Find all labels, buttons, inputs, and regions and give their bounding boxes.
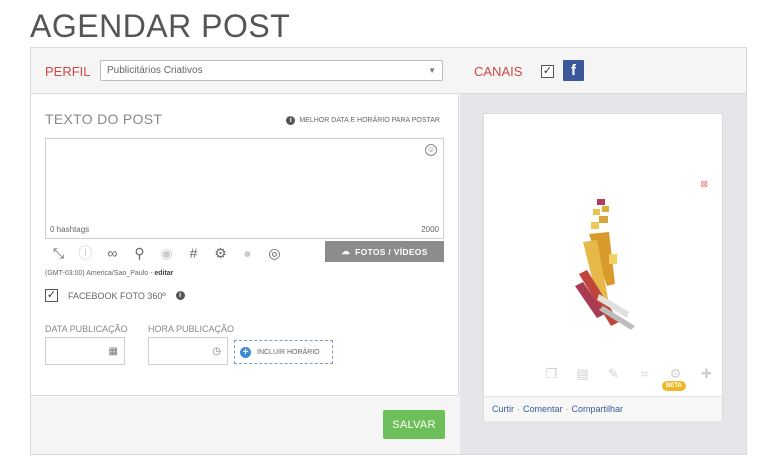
post-toolbar: ⤡ ⓘ ∞ ⚲ ◉ # ⚙ ● ◎ (45, 242, 325, 264)
add-time-button[interactable]: + INCLUIR HORÁRIO (234, 340, 333, 364)
footer-bar: SALVAR (31, 395, 459, 454)
clock-icon: ◷ (212, 346, 221, 357)
character-counter: 2000 (421, 225, 439, 234)
preview-image (575, 199, 635, 330)
facebook-360-label: FACEBOOK FOTO 360º (68, 290, 166, 301)
beta-badge: BETA (662, 381, 686, 391)
copy-icon[interactable]: ❐ (542, 364, 561, 383)
location-pin-icon[interactable]: ⚲ (126, 242, 153, 264)
info-circle-icon[interactable]: ⓘ (72, 242, 99, 264)
post-textarea[interactable]: ☺ 0 hashtags 2000 (45, 138, 444, 239)
shrink-icon[interactable]: ⤡ (45, 242, 72, 264)
timezone-text: (GMT-03:00) America/Sao_Paulo - editar (45, 270, 173, 277)
perfil-bar: PERFIL Publicitários Criativos ▼ (31, 48, 459, 94)
like-link: Curtir (492, 404, 514, 414)
chevron-down-icon: ▼ (428, 66, 436, 75)
remove-image-icon[interactable]: ⊠ (700, 179, 708, 190)
add-time-label: INCLUIR HORÁRIO (257, 348, 320, 356)
info-icon: i (175, 291, 185, 300)
separator: · (517, 404, 520, 414)
best-time-label: MELHOR DATA E HORÁRIO PARA POSTAR (299, 117, 440, 124)
post-preview: ⊠ ❐ ▤ ✎ ⌗ ⚙ ✚ BETA Curtir · Comentar · C… (483, 113, 723, 421)
tag-user-icon[interactable]: ✚ (697, 364, 716, 383)
hashtag-count: 0 hashtags (50, 225, 90, 234)
plus-icon: + (240, 346, 251, 358)
publish-time-label: HORA PUBLICAÇÃO (148, 324, 235, 334)
publish-date-label: DATA PUBLICAÇÃO (45, 324, 128, 334)
photos-videos-button[interactable]: ☁ FOTOS / VÍDEOS (325, 241, 444, 262)
facebook-360-checkbox[interactable]: ✓ (45, 289, 58, 302)
perfil-select-value: Publicitários Criativos (107, 65, 203, 76)
post-text-label: TEXTO DO POST (45, 111, 163, 127)
calendar-icon: ▦ (108, 346, 118, 357)
best-time-link[interactable]: i MELHOR DATA E HORÁRIO PARA POSTAR (286, 116, 440, 125)
document-icon[interactable]: ▤ (573, 364, 592, 383)
share-link: Compartilhar (571, 404, 624, 414)
post-editor: PERFIL Publicitários Criativos ▼ TEXTO D… (31, 48, 459, 454)
crop-icon[interactable]: ⌗ (635, 364, 654, 383)
comment-icon[interactable]: ● (234, 242, 261, 264)
perfil-select[interactable]: Publicitários Criativos ▼ (100, 60, 443, 81)
preview-toolbar: ❐ ▤ ✎ ⌗ ⚙ ✚ (542, 364, 716, 383)
timezone-edit-link[interactable]: editar (154, 270, 173, 277)
link-icon[interactable]: ∞ (99, 242, 126, 264)
facebook-channel-checkbox[interactable]: ✓ (541, 65, 554, 78)
comment-link: Comentar (523, 404, 563, 414)
instagram-icon[interactable]: ◎ (261, 242, 288, 264)
facebook-360-option: ✓ FACEBOOK FOTO 360º i (45, 289, 185, 302)
save-button[interactable]: SALVAR (383, 410, 445, 439)
eye-icon[interactable]: ◉ (153, 242, 180, 264)
cloud-upload-icon: ☁ (341, 246, 351, 256)
channels-bar: CANAIS ✓ f (460, 48, 746, 94)
publish-date-input[interactable]: ▦ (45, 337, 125, 365)
timezone-label: (GMT-03:00) America/Sao_Paulo - (45, 270, 153, 277)
page-title: AGENDAR POST (30, 8, 291, 44)
publish-time-input[interactable]: ◷ (148, 337, 228, 365)
channels-panel: CANAIS ✓ f ⊠ ❐ ▤ ✎ ⌗ ⚙ ✚ BETA Curtir · C… (460, 48, 746, 454)
separator: · (565, 404, 569, 414)
edit-icon[interactable]: ✎ (604, 364, 623, 383)
preview-social-bar: Curtir · Comentar · Compartilhar (484, 396, 722, 421)
emoji-icon[interactable]: ☺ (425, 144, 437, 156)
photos-videos-label: FOTOS / VÍDEOS (355, 246, 428, 257)
facebook-icon[interactable]: f (563, 60, 584, 81)
channels-label: CANAIS (474, 64, 523, 79)
info-icon: i (286, 116, 296, 125)
gears-icon[interactable]: ⚙ (207, 242, 234, 264)
schedule-post-panel: PERFIL Publicitários Criativos ▼ TEXTO D… (30, 47, 747, 455)
perfil-label: PERFIL (45, 64, 91, 79)
hashtag-icon[interactable]: # (180, 242, 207, 264)
